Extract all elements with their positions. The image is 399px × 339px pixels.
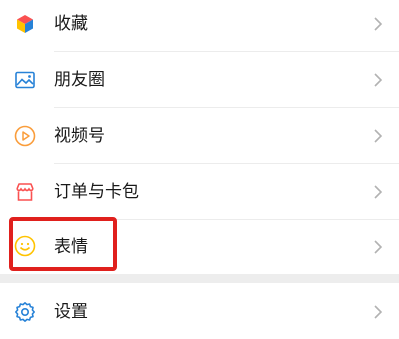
- menu-item-favorites[interactable]: 收藏: [0, 0, 399, 52]
- menu-item-channels[interactable]: 视频号: [0, 108, 399, 164]
- menu-item-label: 订单与卡包: [54, 182, 139, 202]
- favorites-cube-icon: [13, 12, 37, 36]
- menu-item-label: 视频号: [54, 126, 105, 146]
- channels-play-icon: [13, 124, 37, 148]
- section-gap: [0, 274, 399, 283]
- cards-shop-icon: [13, 180, 37, 204]
- chevron-right-icon: [373, 72, 383, 88]
- menu-item-moments[interactable]: 朋友圈: [0, 52, 399, 108]
- highlight-box: [9, 217, 117, 271]
- chevron-right-icon: [373, 16, 383, 32]
- chevron-right-icon: [373, 304, 383, 320]
- menu-item-label: 收藏: [54, 14, 88, 34]
- menu-item-orders-cards[interactable]: 订单与卡包: [0, 164, 399, 220]
- chevron-right-icon: [373, 239, 383, 255]
- menu-item-label: 朋友圈: [54, 70, 105, 90]
- menu-item-settings[interactable]: 设置: [0, 283, 399, 339]
- moments-image-icon: [13, 68, 37, 92]
- menu-item-label: 设置: [54, 302, 88, 322]
- settings-gear-icon: [13, 300, 37, 324]
- chevron-right-icon: [373, 184, 383, 200]
- chevron-right-icon: [373, 128, 383, 144]
- me-menu-list: 收藏 朋友圈 视频号 订单与卡包 表情 设置: [0, 0, 399, 339]
